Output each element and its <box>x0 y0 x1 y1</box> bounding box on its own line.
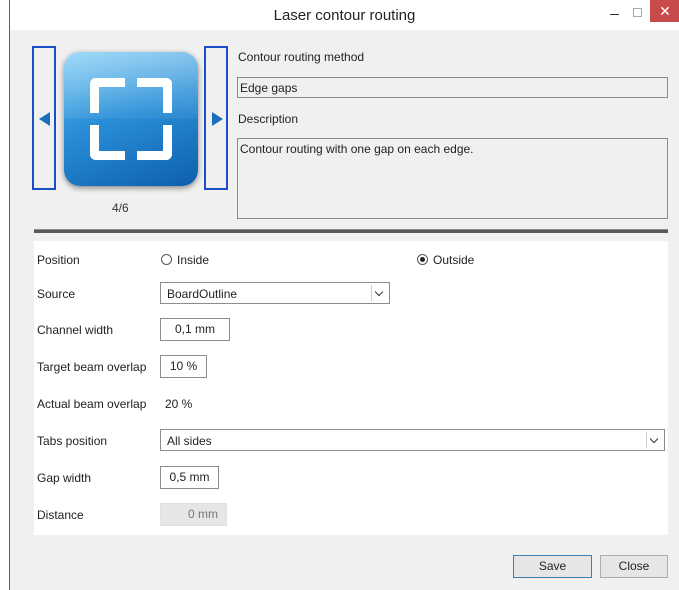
description-field: Contour routing with one gap on each edg… <box>237 138 668 219</box>
close-button[interactable]: Close <box>600 555 668 578</box>
maximize-button[interactable] <box>628 3 648 23</box>
tabs-position-select-value: All sides <box>167 434 212 448</box>
next-method-button[interactable] <box>204 46 228 190</box>
target-overlap-label: Target beam overlap <box>37 360 147 374</box>
description-label: Description <box>238 112 299 126</box>
tabs-position-label: Tabs position <box>37 434 108 448</box>
distance-label: Distance <box>37 508 84 522</box>
target-overlap-input[interactable]: 10 % <box>160 355 207 378</box>
gap-width-label: Gap width <box>37 471 92 485</box>
actual-overlap-label: Actual beam overlap <box>37 397 147 411</box>
position-inside-label[interactable]: Inside <box>177 253 209 267</box>
method-label: Contour routing method <box>238 50 365 64</box>
channel-width-label: Channel width <box>37 323 114 337</box>
chevron-down-icon <box>371 285 387 301</box>
position-inside-radio[interactable] <box>161 254 172 265</box>
method-counter: 4/6 <box>112 201 129 215</box>
arrow-right-icon <box>212 112 223 126</box>
section-divider <box>34 229 668 233</box>
window-title: Laser contour routing <box>273 7 416 24</box>
dialog-window: Laser contour routing ✕ 4/6 Contour rout… <box>9 0 679 590</box>
method-value-field: Edge gaps <box>237 77 668 98</box>
actual-overlap-value: 20 % <box>165 397 193 411</box>
settings-form: Position Inside Outside Source BoardOutl… <box>34 241 668 535</box>
distance-input: 0 mm <box>160 503 227 526</box>
fullscreen-corners-icon <box>64 52 198 186</box>
channel-width-input[interactable]: 0,1 mm <box>160 318 230 341</box>
source-select-value: BoardOutline <box>167 287 238 301</box>
gap-width-input[interactable]: 0,5 mm <box>160 466 219 489</box>
source-select[interactable]: BoardOutline <box>160 282 390 304</box>
minimize-button[interactable] <box>605 3 625 23</box>
source-label: Source <box>37 287 76 301</box>
position-outside-radio[interactable] <box>417 254 428 265</box>
position-label: Position <box>37 253 80 267</box>
previous-method-button[interactable] <box>32 46 56 190</box>
save-button[interactable]: Save <box>513 555 592 578</box>
position-outside-label[interactable]: Outside <box>433 253 474 267</box>
arrow-left-icon <box>39 112 50 126</box>
tabs-position-select[interactable]: All sides <box>160 429 665 451</box>
window-close-button[interactable]: ✕ <box>650 0 679 22</box>
chevron-down-icon <box>646 432 662 448</box>
title-bar: Laser contour routing ✕ <box>10 0 679 30</box>
